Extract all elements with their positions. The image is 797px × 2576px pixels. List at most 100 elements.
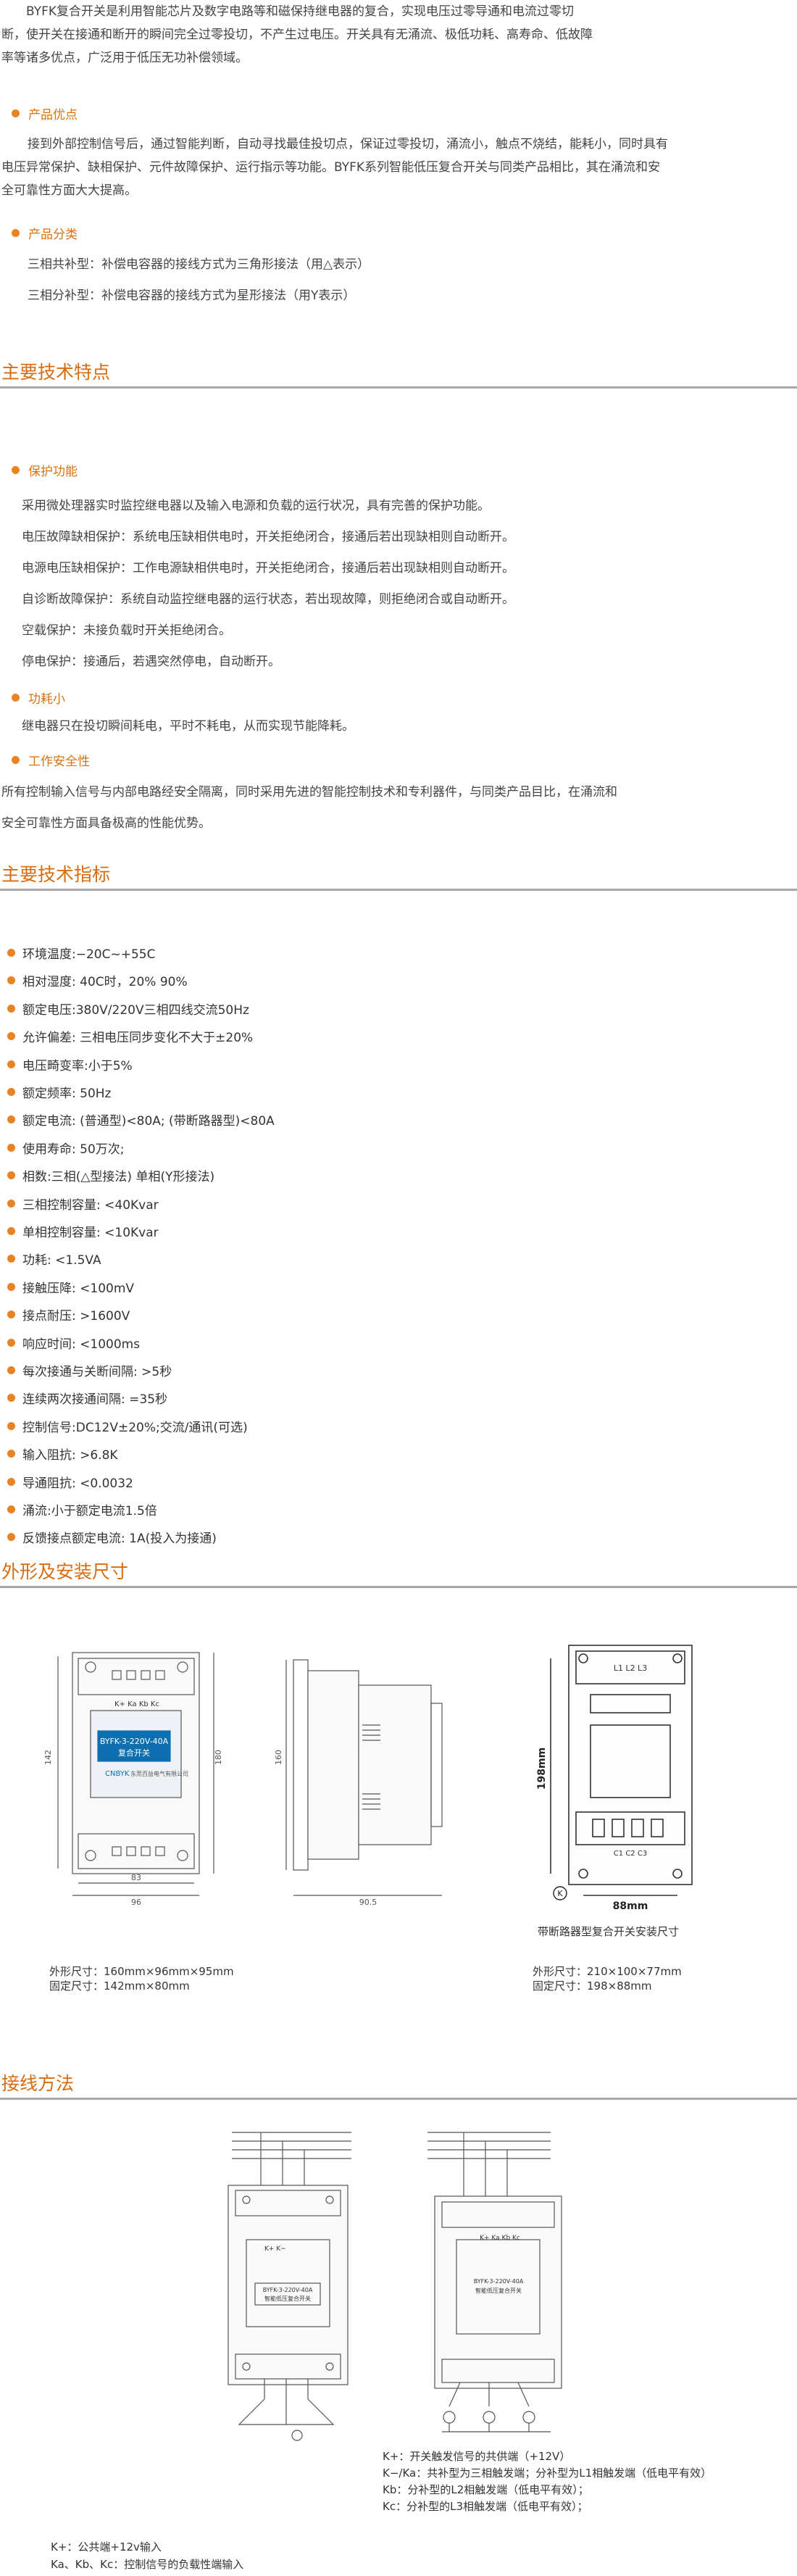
bullet-dot-icon [7, 1005, 15, 1013]
bullet-dot-icon [7, 1422, 15, 1430]
power-heading: 功耗小 [12, 689, 65, 707]
dim-180: 180 [214, 1750, 223, 1765]
bullet-dot-icon [7, 1060, 15, 1068]
dim-160: 160 [274, 1750, 283, 1765]
spec-item: 接点耐压: >1600V [7, 1305, 130, 1324]
left-wiring-legend-2: Ka、Kb、Kc：控制信号的负载性端输入 [51, 2558, 244, 2571]
spec-item-label: 连续两次接通间隔: =35秒 [22, 1392, 168, 1407]
left-k-label: K+ K− [264, 2245, 286, 2253]
wiring-section-header: 接线方法 [0, 2069, 797, 2100]
dim-83: 83 [131, 1873, 141, 1882]
spec-item: 接触压降: <100mV [7, 1278, 134, 1296]
spec-item: 相数:三相(△型接法) 单相(Y形接法) [7, 1166, 214, 1184]
front-model-label: BYFK-3-220V-40A [100, 1737, 169, 1746]
spec-item-label: 相数:三相(△型接法) 单相(Y形接法) [22, 1170, 215, 1184]
spec-item-label: 涌流:小于额定电流1.5倍 [22, 1504, 157, 1518]
specs-section-header: 主要技术指标 [0, 860, 797, 891]
spec-item: 输入阻抗: >6.8K [7, 1445, 118, 1463]
bullet-dot-icon [7, 1450, 15, 1458]
spec-item: 导通阻抗: <0.0032 [7, 1473, 133, 1491]
spec-item-label: 三相控制容量: <40Kvar [22, 1198, 159, 1213]
bullet-dot-icon [7, 949, 15, 957]
right-dimension-caption-2: 固定尺寸：198×88mm [533, 1979, 652, 1993]
protection-item: 停电保护：接通后，若遇突然停电，自动断开。 [22, 655, 280, 669]
breaker-output-labels: C1 C2 C3 [614, 1850, 647, 1858]
category-item: 三相共补型：补偿电容器的接线方式为三角形接法（用△表示） [28, 257, 370, 272]
spec-item: 额定电压:380V/220V三相四线交流50Hz [7, 1000, 249, 1018]
bullet-dot-icon [12, 694, 20, 702]
dim-88: 88mm [613, 1900, 648, 1912]
section-divider [0, 1586, 797, 1588]
bullet-dot-icon [7, 1533, 15, 1541]
section-divider [0, 889, 797, 891]
spec-item-label: 接触压降: <100mV [22, 1281, 135, 1296]
protection-item: 空载保护：未接负载时开关拒绝闭合。 [22, 623, 231, 638]
bullet-dot-icon [12, 109, 20, 117]
left-device-model: BYFK-3-220V-40A [263, 2287, 313, 2293]
spec-item-label: 接点耐压: >1600V [22, 1309, 130, 1324]
features-section-title: 主要技术特点 [1, 362, 111, 383]
bullet-dot-icon [7, 1310, 15, 1318]
front-name-label: 复合开关 [118, 1748, 150, 1758]
spec-item-label: 电压畸变率:小于5% [22, 1059, 133, 1073]
wiring-diagrams: K+ K− BYFK-3-220V-40A 智能低压复合开关 K+ Ka Kb … [228, 2132, 562, 2441]
bullet-dot-icon [12, 229, 20, 237]
spec-item: 控制信号:DC12V±20%;交流/通讯(可选) [7, 1417, 248, 1435]
advantages-paragraph: 接到外部控制信号后，通过智能判断，自动寻找最佳投切点，保证过零投切，涌流小，触点… [0, 133, 797, 202]
safety-heading: 工作安全性 [12, 751, 90, 769]
protection-item: 自诊断故障保护：系统自动监控继电器的运行状态，若出现故障，则拒绝闭合或自动断开。 [22, 592, 514, 607]
intro-paragraph: BYFK复合开关是利用智能芯片及数字电路等和磁保持继电器的复合，实现电压过零导通… [0, 0, 797, 70]
protection-item: 电压故障缺相保护：系统电压缺相供电时，开关拒绝闭合，接通后若出现缺相则自动断开。 [22, 530, 514, 544]
front-company: 东莞百益电气有限公司 [130, 1770, 188, 1777]
product-page: BYFK复合开关是利用智能芯片及数字电路等和磁保持继电器的复合，实现电压过零导通… [0, 0, 797, 2576]
section-divider [0, 2098, 797, 2100]
spec-item: 响应时间: <1000ms [7, 1334, 140, 1352]
spec-item-label: 输入阻抗: >6.8K [22, 1448, 118, 1463]
advantages-heading: 产品优点 [12, 104, 78, 122]
side-view-drawing [285, 1659, 443, 1896]
spec-item-label: 允许偏差: 三相电压同步变化不大于±20% [22, 1031, 254, 1045]
spec-item: 功耗: <1.5VA [7, 1250, 101, 1268]
dim-142: 142 [43, 1750, 53, 1765]
categories-heading: 产品分类 [12, 224, 78, 242]
protection-item: 采用微处理器实时监控继电器以及输入电源和负载的运行状况，具有完善的保护功能。 [22, 499, 490, 513]
right-wiring-legend-1: K+：开关触发信号的共供端（+12V） [383, 2450, 571, 2463]
bullet-dot-icon [12, 756, 20, 764]
bullet-dot-icon [7, 1200, 15, 1208]
spec-item: 反馈接点额定电流: 1A(投入为接通) [7, 1528, 217, 1546]
spec-item: 额定电流: (普通型)<80A; (带断路器型)<80A [7, 1110, 275, 1129]
spec-item-label: 使用寿命: 50万次; [22, 1142, 125, 1157]
spec-item: 额定频率: 50Hz [7, 1083, 111, 1101]
spec-item-label: 控制信号:DC12V±20%;交流/通讯(可选) [22, 1421, 248, 1435]
k-mark: K [557, 1889, 563, 1898]
front-brand: CNBYK [105, 1770, 130, 1778]
breaker-install-label: 带断路器型复合开关安装尺寸 [538, 1925, 680, 1938]
right-wiring-legend-2: K−/Ka：共补型为三相触发端；分补型为L1相触发端（低电平有效） [383, 2467, 712, 2480]
right-dimension-caption-1: 外形尺寸：210×100×77mm [533, 1965, 682, 1978]
spec-item-label: 功耗: <1.5VA [22, 1253, 101, 1268]
right-k-label: K+ Ka Kb Kc [480, 2235, 520, 2242]
dim-198: 198mm [536, 1748, 548, 1790]
bullet-dot-icon [7, 1115, 15, 1123]
spec-item-label: 响应时间: <1000ms [22, 1337, 141, 1352]
spec-item-label: 反馈接点额定电流: 1A(投入为接通) [22, 1532, 217, 1546]
section-divider [0, 386, 797, 389]
bullet-dot-icon [7, 976, 15, 984]
left-wiring-legend-1: K+：公共端+12v输入 [51, 2540, 162, 2554]
advantages-title: 产品优点 [28, 108, 78, 122]
advantages-line-3: 全可靠性方面大大提高。 [1, 183, 137, 198]
safety-line-1: 所有控制输入信号与内部电路经安全隔离，同时采用先进的智能控制技术和专利器件，与同… [1, 785, 617, 799]
safety-title: 工作安全性 [28, 755, 90, 769]
spec-item: 涌流:小于额定电流1.5倍 [7, 1500, 157, 1518]
spec-item: 电压畸变率:小于5% [7, 1055, 133, 1073]
spec-item-label: 单相控制容量: <10Kvar [22, 1226, 159, 1240]
spec-item: 单相控制容量: <10Kvar [7, 1222, 159, 1240]
protection-heading: 保护功能 [12, 461, 78, 479]
right-wiring-legend-4: Kc：分补型的L3相触发端（低电平有效）； [383, 2500, 588, 2513]
power-title: 功耗小 [28, 692, 65, 707]
advantages-line-1: 接到外部控制信号后，通过智能判断，自动寻找最佳投切点，保证过零投切，涌流小，触点… [28, 137, 668, 151]
spec-item: 三相控制容量: <40Kvar [7, 1194, 159, 1213]
left-dimension-caption-1: 外形尺寸：160mm×96mm×95mm [49, 1965, 234, 1978]
spec-item: 连续两次接通间隔: =35秒 [7, 1389, 167, 1407]
intro-line-2: 断，使开关在接通和断开的瞬间完全过零投切，不产生过电压。开关具有无涌流、极低功耗… [1, 28, 593, 42]
